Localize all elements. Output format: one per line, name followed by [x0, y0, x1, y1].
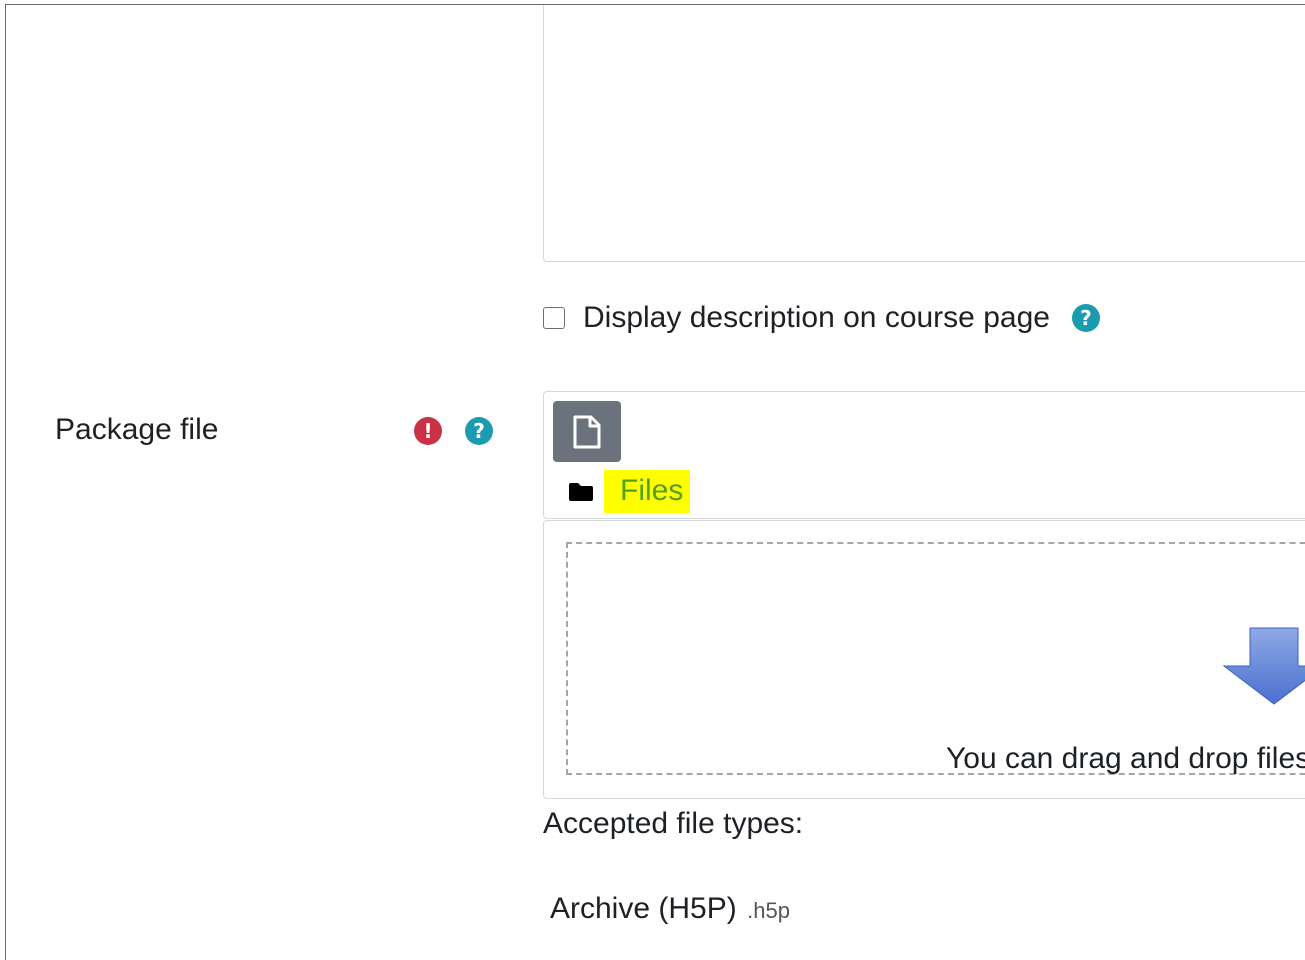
question-circle-icon[interactable]: ?	[1071, 304, 1100, 332]
package-file-label: Package file	[55, 413, 219, 446]
file-type-extension: .h5p	[747, 898, 790, 923]
file-dropzone[interactable]: You can drag and drop files	[543, 520, 1305, 799]
form-frame: Display description on course page ? Pac…	[5, 4, 1305, 960]
accepted-file-types-label: Accepted file types:	[543, 807, 804, 840]
drop-instructions: You can drag and drop files	[946, 742, 1305, 775]
dropzone-dashed-area[interactable]: You can drag and drop files	[566, 542, 1305, 775]
description-editor[interactable]	[543, 5, 1305, 262]
breadcrumb: Files	[568, 470, 691, 513]
display-description-checkbox[interactable]	[543, 307, 565, 329]
add-file-button[interactable]	[553, 401, 621, 462]
files-folder-link[interactable]: Files	[604, 470, 691, 513]
display-description-row: Display description on course page ?	[543, 300, 1100, 336]
exclamation-circle-icon[interactable]: !	[414, 417, 442, 445]
file-type-name: Archive (H5P)	[550, 892, 737, 925]
file-icon	[573, 415, 601, 448]
display-description-label: Display description on course page	[583, 301, 1050, 334]
filepicker-toolbar: Files	[543, 391, 1305, 519]
folder-icon	[568, 482, 594, 502]
accepted-file-type-item: Archive (H5P) .h5p	[550, 892, 790, 926]
question-circle-icon[interactable]: ?	[465, 417, 493, 445]
package-file-icons: ! ?	[414, 417, 493, 445]
down-arrow-icon	[1222, 627, 1305, 705]
